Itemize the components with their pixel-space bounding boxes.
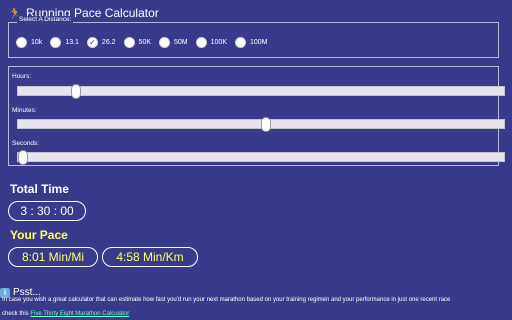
- distance-selector: Select A Distance: 10k 13.1 ✓ 26.2 50K 5…: [8, 16, 499, 58]
- distance-option-13-1[interactable]: 13.1: [50, 37, 79, 48]
- distance-option-26-2[interactable]: ✓ 26.2: [86, 37, 116, 48]
- total-time-heading: Total Time: [10, 182, 69, 196]
- distance-option-label: 50K: [138, 39, 152, 46]
- check-row: check this Five Thirty Eight Marathon Ca…: [2, 311, 129, 317]
- psst-body: In case you wish a great calculator that…: [2, 297, 451, 303]
- distance-option-label: 10k: [31, 39, 43, 46]
- distance-option-label: 26.2: [101, 39, 116, 46]
- radio-button[interactable]: [50, 37, 62, 48]
- info-icon: i: [0, 287, 10, 298]
- hours-slider-thumb[interactable]: [71, 84, 82, 99]
- time-inputs: Hours: Minutes: Seconds:: [8, 66, 505, 166]
- check-icon: ✓: [89, 37, 96, 47]
- radio-button[interactable]: [123, 37, 135, 48]
- distance-option-100m[interactable]: 100M: [235, 37, 268, 48]
- distance-option-10k[interactable]: 10k: [16, 37, 42, 48]
- seconds-slider[interactable]: [17, 150, 505, 165]
- distance-option-50m[interactable]: 50M: [159, 37, 188, 48]
- marathon-calculator-link[interactable]: Five Thirty Eight Marathon Calculator: [30, 311, 129, 317]
- distance-option-100k[interactable]: 100K: [195, 37, 227, 48]
- minutes-label: Minutes:: [12, 107, 37, 114]
- minutes-slider[interactable]: [17, 117, 505, 132]
- hours-slider[interactable]: [17, 84, 505, 99]
- distance-legend: Select A Distance:: [17, 16, 74, 23]
- seconds-label: Seconds:: [12, 140, 40, 147]
- pace-per-mile: 8:01 Min/Mi: [8, 247, 98, 267]
- pace-heading: Your Pace: [10, 228, 68, 242]
- seconds-slider-thumb[interactable]: [18, 150, 28, 165]
- radio-button[interactable]: [16, 37, 27, 48]
- radio-button[interactable]: [235, 37, 246, 48]
- minutes-slider-thumb[interactable]: [260, 117, 271, 132]
- radio-button[interactable]: [159, 37, 171, 48]
- radio-button[interactable]: [195, 37, 207, 48]
- total-time-value: 3 : 30 : 00: [8, 201, 86, 221]
- hours-label: Hours:: [12, 73, 32, 80]
- distance-option-50k[interactable]: 50K: [123, 37, 152, 48]
- check-prefix: check this: [2, 311, 29, 317]
- distance-radio-group: 10k 13.1 ✓ 26.2 50K 50M 100K 100M: [16, 37, 276, 48]
- distance-option-label: 100K: [210, 39, 227, 46]
- pace-per-km: 4:58 Min/Km: [102, 247, 198, 267]
- distance-option-label: 50M: [174, 39, 188, 46]
- distance-option-label: 13.1: [65, 39, 79, 46]
- radio-button-selected[interactable]: ✓: [86, 37, 98, 48]
- distance-option-label: 100M: [250, 39, 268, 46]
